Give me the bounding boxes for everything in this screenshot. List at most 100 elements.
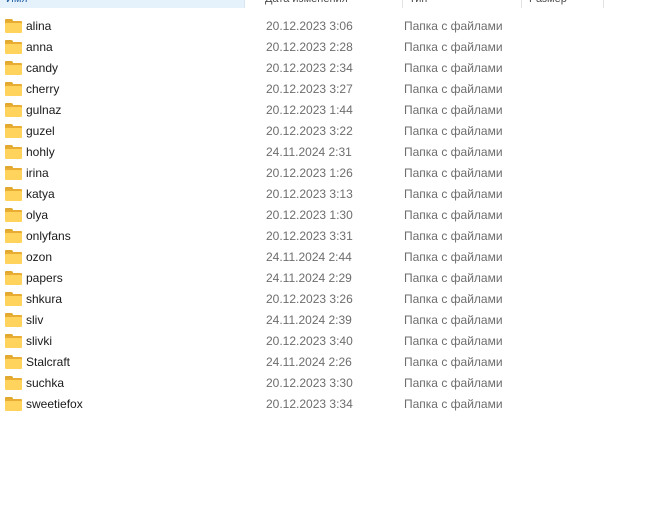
column-header-size[interactable]: Размер xyxy=(522,0,604,8)
file-date-modified: 20.12.2023 3:40 xyxy=(266,333,353,348)
folder-icon xyxy=(5,312,22,327)
file-row[interactable]: anna 20.12.2023 2:28 Папка с файлами xyxy=(0,36,646,57)
folder-icon xyxy=(5,18,22,33)
file-date-modified: 20.12.2023 3:34 xyxy=(266,396,353,411)
file-type: Папка с файлами xyxy=(404,396,503,411)
folder-icon xyxy=(5,291,22,306)
file-name-cell: irina xyxy=(0,165,260,180)
file-row[interactable]: shkura 20.12.2023 3:26 Папка с файлами xyxy=(0,288,646,309)
column-header-date-modified[interactable]: Дата изменения xyxy=(245,0,403,8)
file-date-modified: 24.11.2024 2:39 xyxy=(266,312,352,327)
file-type: Папка с файлами xyxy=(404,165,503,180)
file-name: sliv xyxy=(26,312,44,327)
file-name-cell: gulnaz xyxy=(0,102,260,117)
folder-icon xyxy=(5,249,22,264)
file-row[interactable]: Stalcraft 24.11.2024 2:26 Папка с файлами xyxy=(0,351,646,372)
file-name-cell: candy xyxy=(0,60,260,75)
file-name-cell: katya xyxy=(0,186,260,201)
file-date-modified: 24.11.2024 2:31 xyxy=(266,144,352,159)
file-type: Папка с файлами xyxy=(404,39,503,54)
file-type: Папка с файлами xyxy=(404,291,503,306)
column-header-name[interactable]: Имя xyxy=(0,0,245,8)
file-name-cell: suchka xyxy=(0,375,260,390)
file-name: candy xyxy=(26,60,59,75)
file-row[interactable]: guzel 20.12.2023 3:22 Папка с файлами xyxy=(0,120,646,141)
file-type: Папка с файлами xyxy=(404,270,503,285)
file-row[interactable]: irina 20.12.2023 1:26 Папка с файлами xyxy=(0,162,646,183)
folder-icon xyxy=(5,333,22,348)
file-type: Папка с файлами xyxy=(404,123,503,138)
file-date-modified: 24.11.2024 2:29 xyxy=(266,270,352,285)
file-name-cell: Stalcraft xyxy=(0,354,260,369)
file-name: hohly xyxy=(26,144,55,159)
file-date-modified: 20.12.2023 3:22 xyxy=(266,123,353,138)
file-name-cell: papers xyxy=(0,270,260,285)
file-date-modified: 20.12.2023 3:13 xyxy=(266,186,353,201)
file-date-modified: 20.12.2023 1:30 xyxy=(266,207,353,222)
file-name: gulnaz xyxy=(26,102,62,117)
file-row[interactable]: sweetiefox 20.12.2023 3:34 Папка с файлами xyxy=(0,393,646,414)
file-name-cell: onlyfans xyxy=(0,228,260,243)
column-header-type[interactable]: Тип xyxy=(403,0,522,8)
file-name: sweetiefox xyxy=(26,396,83,411)
file-row[interactable]: katya 20.12.2023 3:13 Папка с файлами xyxy=(0,183,646,204)
file-name: slivki xyxy=(26,333,52,348)
file-row[interactable]: hohly 24.11.2024 2:31 Папка с файлами xyxy=(0,141,646,162)
file-row[interactable]: cherry 20.12.2023 3:27 Папка с файлами xyxy=(0,78,646,99)
file-name: papers xyxy=(26,270,63,285)
file-name-cell: anna xyxy=(0,39,260,54)
file-name: katya xyxy=(26,186,55,201)
file-type: Папка с файлами xyxy=(404,144,503,159)
file-type: Папка с файлами xyxy=(404,18,503,33)
file-date-modified: 20.12.2023 3:26 xyxy=(266,291,353,306)
file-type: Папка с файлами xyxy=(404,333,503,348)
file-date-modified: 20.12.2023 3:27 xyxy=(266,81,353,96)
file-type: Папка с файлами xyxy=(404,228,503,243)
file-name: irina xyxy=(26,165,49,180)
file-row[interactable]: sliv 24.11.2024 2:39 Папка с файлами xyxy=(0,309,646,330)
file-name: shkura xyxy=(26,291,63,306)
file-name-cell: sliv xyxy=(0,312,260,327)
file-name-cell: guzel xyxy=(0,123,260,138)
file-type: Папка с файлами xyxy=(404,375,503,390)
file-row[interactable]: slivki 20.12.2023 3:40 Папка с файлами xyxy=(0,330,646,351)
folder-icon xyxy=(5,228,22,243)
file-row[interactable]: olya 20.12.2023 1:30 Папка с файлами xyxy=(0,204,646,225)
folder-icon xyxy=(5,186,22,201)
file-name-cell: cherry xyxy=(0,81,260,96)
folder-icon xyxy=(5,60,22,75)
file-name-cell: slivki xyxy=(0,333,260,348)
file-type: Папка с файлами xyxy=(404,207,503,222)
folder-icon xyxy=(5,270,22,285)
file-type: Папка с файлами xyxy=(404,102,503,117)
file-row[interactable]: gulnaz 20.12.2023 1:44 Папка с файлами xyxy=(0,99,646,120)
file-type: Папка с файлами xyxy=(404,81,503,96)
folder-icon xyxy=(5,354,22,369)
file-name: guzel xyxy=(26,123,55,138)
column-header-row: Имя Дата изменения Тип Размер xyxy=(0,0,646,8)
file-date-modified: 20.12.2023 3:30 xyxy=(266,375,353,390)
file-name-cell: olya xyxy=(0,207,260,222)
file-name-cell: ozon xyxy=(0,249,260,264)
file-row[interactable]: onlyfans 20.12.2023 3:31 Папка с файлами xyxy=(0,225,646,246)
file-name: onlyfans xyxy=(26,228,71,243)
file-row[interactable]: alina 20.12.2023 3:06 Папка с файлами xyxy=(0,15,646,36)
folder-icon xyxy=(5,375,22,390)
file-name: Stalcraft xyxy=(26,354,71,369)
file-type: Папка с файлами xyxy=(404,354,503,369)
file-type: Папка с файлами xyxy=(404,249,503,264)
file-name-cell: alina xyxy=(0,18,260,33)
file-row[interactable]: papers 24.11.2024 2:29 Папка с файлами xyxy=(0,267,646,288)
file-date-modified: 20.12.2023 1:26 xyxy=(266,165,353,180)
folder-icon xyxy=(5,123,22,138)
file-row[interactable]: suchka 20.12.2023 3:30 Папка с файлами xyxy=(0,372,646,393)
file-name: olya xyxy=(26,207,49,222)
folder-icon xyxy=(5,207,22,222)
file-row[interactable]: candy 20.12.2023 2:34 Папка с файлами xyxy=(0,57,646,78)
file-name-cell: sweetiefox xyxy=(0,396,260,411)
file-rows: alina 20.12.2023 3:06 Папка с файлами anna 2… xyxy=(0,15,646,414)
file-date-modified: 20.12.2023 3:31 xyxy=(266,228,353,243)
file-row[interactable]: ozon 24.11.2024 2:44 Папка с файлами xyxy=(0,246,646,267)
folder-icon xyxy=(5,165,22,180)
file-name-cell: hohly xyxy=(0,144,260,159)
